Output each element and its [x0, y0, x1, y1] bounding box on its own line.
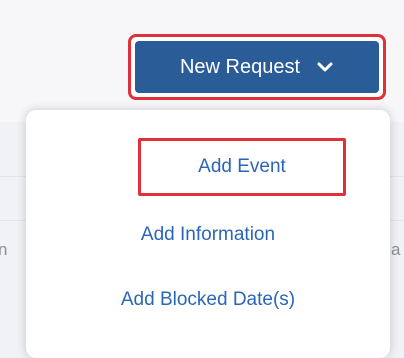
new-request-highlight: New Request — [128, 34, 386, 100]
new-request-dropdown-menu: Add Event Add Information Add Blocked Da… — [26, 110, 390, 358]
chevron-down-icon — [317, 62, 333, 72]
menu-item-add-blocked-dates[interactable]: Add Blocked Date(s) — [26, 289, 390, 311]
menu-item-add-information[interactable]: Add Information — [26, 224, 390, 246]
background-table-text-fragment: a — [391, 240, 401, 259]
new-request-button[interactable]: New Request — [135, 41, 379, 93]
menu-item-add-event[interactable]: Add Event — [138, 138, 346, 196]
new-request-label: New Request — [179, 55, 301, 78]
background-table-text-fragment: n — [0, 240, 8, 259]
